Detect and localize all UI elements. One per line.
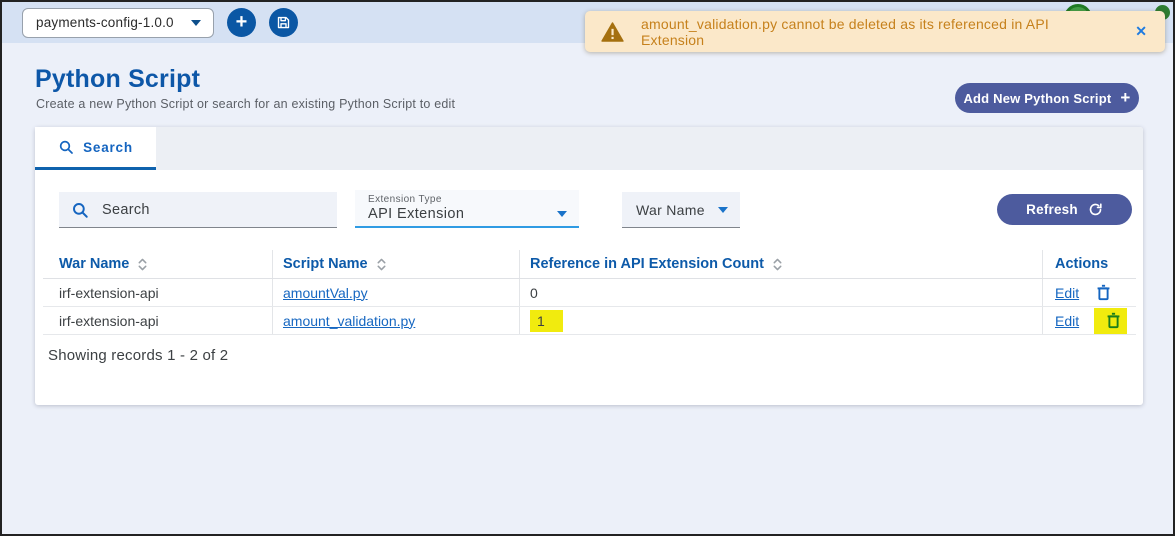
war-name-select-label: War Name xyxy=(636,202,705,218)
plus-icon: + xyxy=(1120,88,1130,108)
save-config-button[interactable] xyxy=(269,8,298,37)
script-name-link[interactable]: amount_validation.py xyxy=(283,313,415,329)
search-icon xyxy=(58,139,74,155)
add-button-label: Add New Python Script xyxy=(963,91,1111,106)
search-card: Search Extension Type API Extension War … xyxy=(35,127,1143,405)
column-label: Script Name xyxy=(283,256,368,272)
column-header-script-name[interactable]: Script Name xyxy=(272,250,519,278)
close-icon[interactable]: ✕ xyxy=(1131,21,1151,42)
table-row: irf-extension-api amountVal.py 0 Edit xyxy=(43,279,1136,307)
chevron-down-icon xyxy=(557,211,567,217)
war-name-cell: irf-extension-api xyxy=(43,279,272,306)
config-version-dropdown[interactable]: payments-config-1.0.0 xyxy=(22,8,214,38)
table-header-row: War Name Script Name Reference in API Ex… xyxy=(43,250,1136,279)
trash-icon xyxy=(1094,283,1113,302)
config-version-label: payments-config-1.0.0 xyxy=(36,15,174,30)
toast-message: amount_validation.py cannot be deleted a… xyxy=(641,16,1114,48)
page-subtitle: Create a new Python Script or search for… xyxy=(36,97,455,111)
tab-search[interactable]: Search xyxy=(35,127,156,170)
sort-icon[interactable] xyxy=(772,257,783,272)
warning-toast: amount_validation.py cannot be deleted a… xyxy=(585,11,1165,52)
column-header-actions: Actions xyxy=(1042,250,1136,278)
column-label: Actions xyxy=(1055,256,1108,272)
column-header-war-name[interactable]: War Name xyxy=(43,250,272,278)
add-config-button[interactable]: + xyxy=(227,8,256,37)
extension-type-value: API Extension xyxy=(368,206,464,222)
delete-button[interactable] xyxy=(1104,311,1123,330)
trash-icon xyxy=(1104,311,1123,330)
delete-button[interactable] xyxy=(1094,283,1113,302)
tab-search-label: Search xyxy=(83,140,133,155)
add-new-python-script-button[interactable]: Add New Python Script + xyxy=(955,83,1139,113)
column-header-reference-count[interactable]: Reference in API Extension Count xyxy=(519,250,1042,278)
edit-link[interactable]: Edit xyxy=(1055,313,1079,329)
column-label: Reference in API Extension Count xyxy=(530,256,764,272)
records-summary: Showing records 1 - 2 of 2 xyxy=(48,347,228,364)
edit-link[interactable]: Edit xyxy=(1055,285,1079,301)
warning-icon xyxy=(601,22,624,42)
search-field[interactable] xyxy=(59,192,337,228)
script-name-link[interactable]: amountVal.py xyxy=(283,285,368,301)
war-name-select[interactable]: War Name xyxy=(622,192,740,228)
results-table: War Name Script Name Reference in API Ex… xyxy=(43,250,1136,335)
refresh-button[interactable]: Refresh xyxy=(997,194,1132,225)
search-input[interactable] xyxy=(102,202,325,218)
tab-strip xyxy=(35,127,1143,170)
plus-icon: + xyxy=(236,12,248,32)
app-window: payments-config-1.0.0 + amount_validatio… xyxy=(0,0,1175,536)
column-label: War Name xyxy=(59,256,129,272)
sort-icon[interactable] xyxy=(137,257,148,272)
sort-icon[interactable] xyxy=(376,257,387,272)
reference-count-highlighted: 1 xyxy=(530,310,563,332)
extension-type-select[interactable]: Extension Type API Extension xyxy=(355,190,579,228)
extension-type-label: Extension Type xyxy=(368,194,567,205)
chevron-down-icon xyxy=(191,20,201,26)
table-row: irf-extension-api amount_validation.py 1… xyxy=(43,307,1136,335)
search-icon xyxy=(71,201,89,219)
refresh-button-label: Refresh xyxy=(1026,202,1078,217)
save-icon xyxy=(276,15,291,30)
chevron-down-icon xyxy=(718,207,728,213)
page-title: Python Script xyxy=(35,65,200,94)
delete-button-highlighted[interactable] xyxy=(1094,308,1127,334)
refresh-icon xyxy=(1088,202,1103,217)
reference-count-cell: 0 xyxy=(519,279,1042,306)
war-name-cell: irf-extension-api xyxy=(43,307,272,334)
